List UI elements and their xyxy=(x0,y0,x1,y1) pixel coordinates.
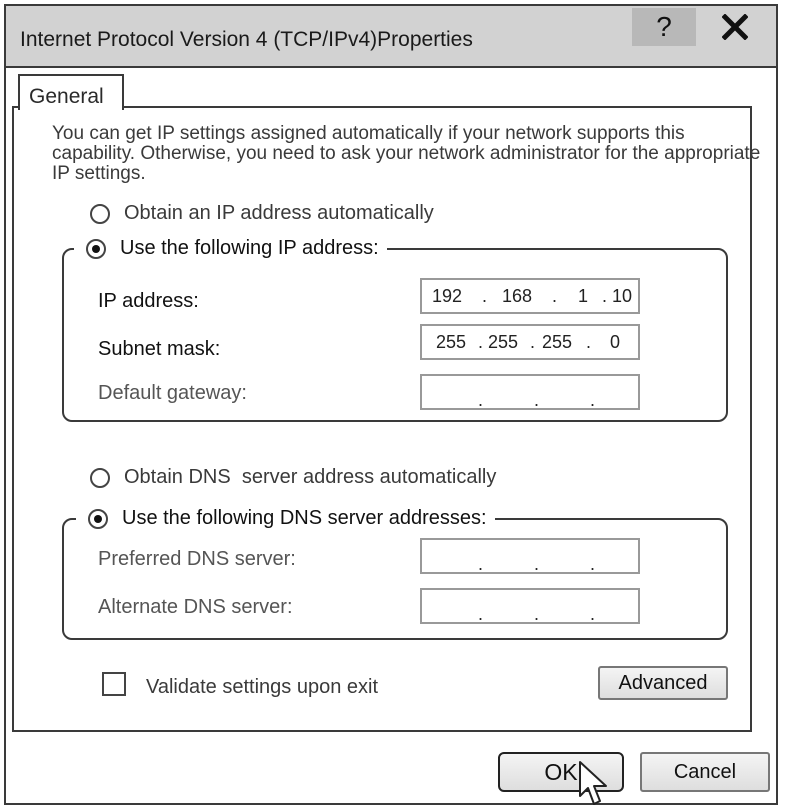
radio-button-selected[interactable] xyxy=(86,238,106,259)
alternate-dns-input[interactable]: . . . xyxy=(420,588,640,624)
default-gateway-label: Default gateway: xyxy=(98,382,247,404)
radio-label: Obtain DNS server address automatically xyxy=(124,466,497,488)
octet: 10 xyxy=(612,285,633,306)
radio-obtain-ip-auto[interactable]: Obtain an IP address automatically xyxy=(90,202,442,225)
octet: 255 xyxy=(542,331,573,352)
subnet-mask-label: Subnet mask: xyxy=(98,338,221,360)
octet: 0 xyxy=(610,331,621,352)
validate-checkbox[interactable] xyxy=(102,672,126,696)
help-button[interactable]: ? xyxy=(632,8,696,46)
preferred-dns-label: Preferred DNS server: xyxy=(98,548,296,570)
ip-address-input[interactable]: 192 . 168 . 1 . 10 xyxy=(420,278,640,314)
radio-button[interactable] xyxy=(90,203,110,224)
tab-general[interactable]: General xyxy=(18,74,124,110)
intro-text: You can get IP settings assigned automat… xyxy=(52,123,761,184)
subnet-mask-input[interactable]: 255 . 255 . 255 . 0 xyxy=(420,324,640,360)
ip-address-label: IP address: xyxy=(98,290,199,312)
radio-button-selected[interactable] xyxy=(88,508,108,529)
close-icon xyxy=(722,14,748,40)
preferred-dns-input[interactable]: . . . xyxy=(420,538,640,574)
close-button[interactable] xyxy=(700,8,770,46)
cancel-button[interactable]: Cancel xyxy=(640,752,770,792)
octet: 192 xyxy=(432,285,463,306)
mouse-pointer-icon xyxy=(579,761,607,805)
octet: 1 xyxy=(578,285,589,306)
radio-label: Obtain an IP address automatically xyxy=(124,202,434,224)
octet: 255 xyxy=(436,331,467,352)
title-bar[interactable]: Internet Protocol Version 4 (TCP/IPv4)Pr… xyxy=(6,6,776,68)
radio-label: Use the following DNS server addresses: xyxy=(122,507,487,529)
radio-button[interactable] xyxy=(90,467,110,488)
validate-label: Validate settings upon exit xyxy=(146,676,379,698)
dialog-title: Internet Protocol Version 4 (TCP/IPv4)Pr… xyxy=(20,28,473,51)
radio-label: Use the following IP address: xyxy=(120,237,379,259)
radio-obtain-dns-auto[interactable]: Obtain DNS server address automatically xyxy=(90,466,505,489)
alternate-dns-label: Alternate DNS server: xyxy=(98,596,293,618)
radio-use-following-dns[interactable]: Use the following DNS server addresses: xyxy=(76,507,495,530)
default-gateway-input[interactable]: . . . xyxy=(420,374,640,410)
octet: 168 xyxy=(502,285,533,306)
radio-use-following-ip[interactable]: Use the following IP address: xyxy=(74,237,387,260)
advanced-button[interactable]: Advanced xyxy=(598,666,728,700)
octet: 255 xyxy=(488,331,519,352)
